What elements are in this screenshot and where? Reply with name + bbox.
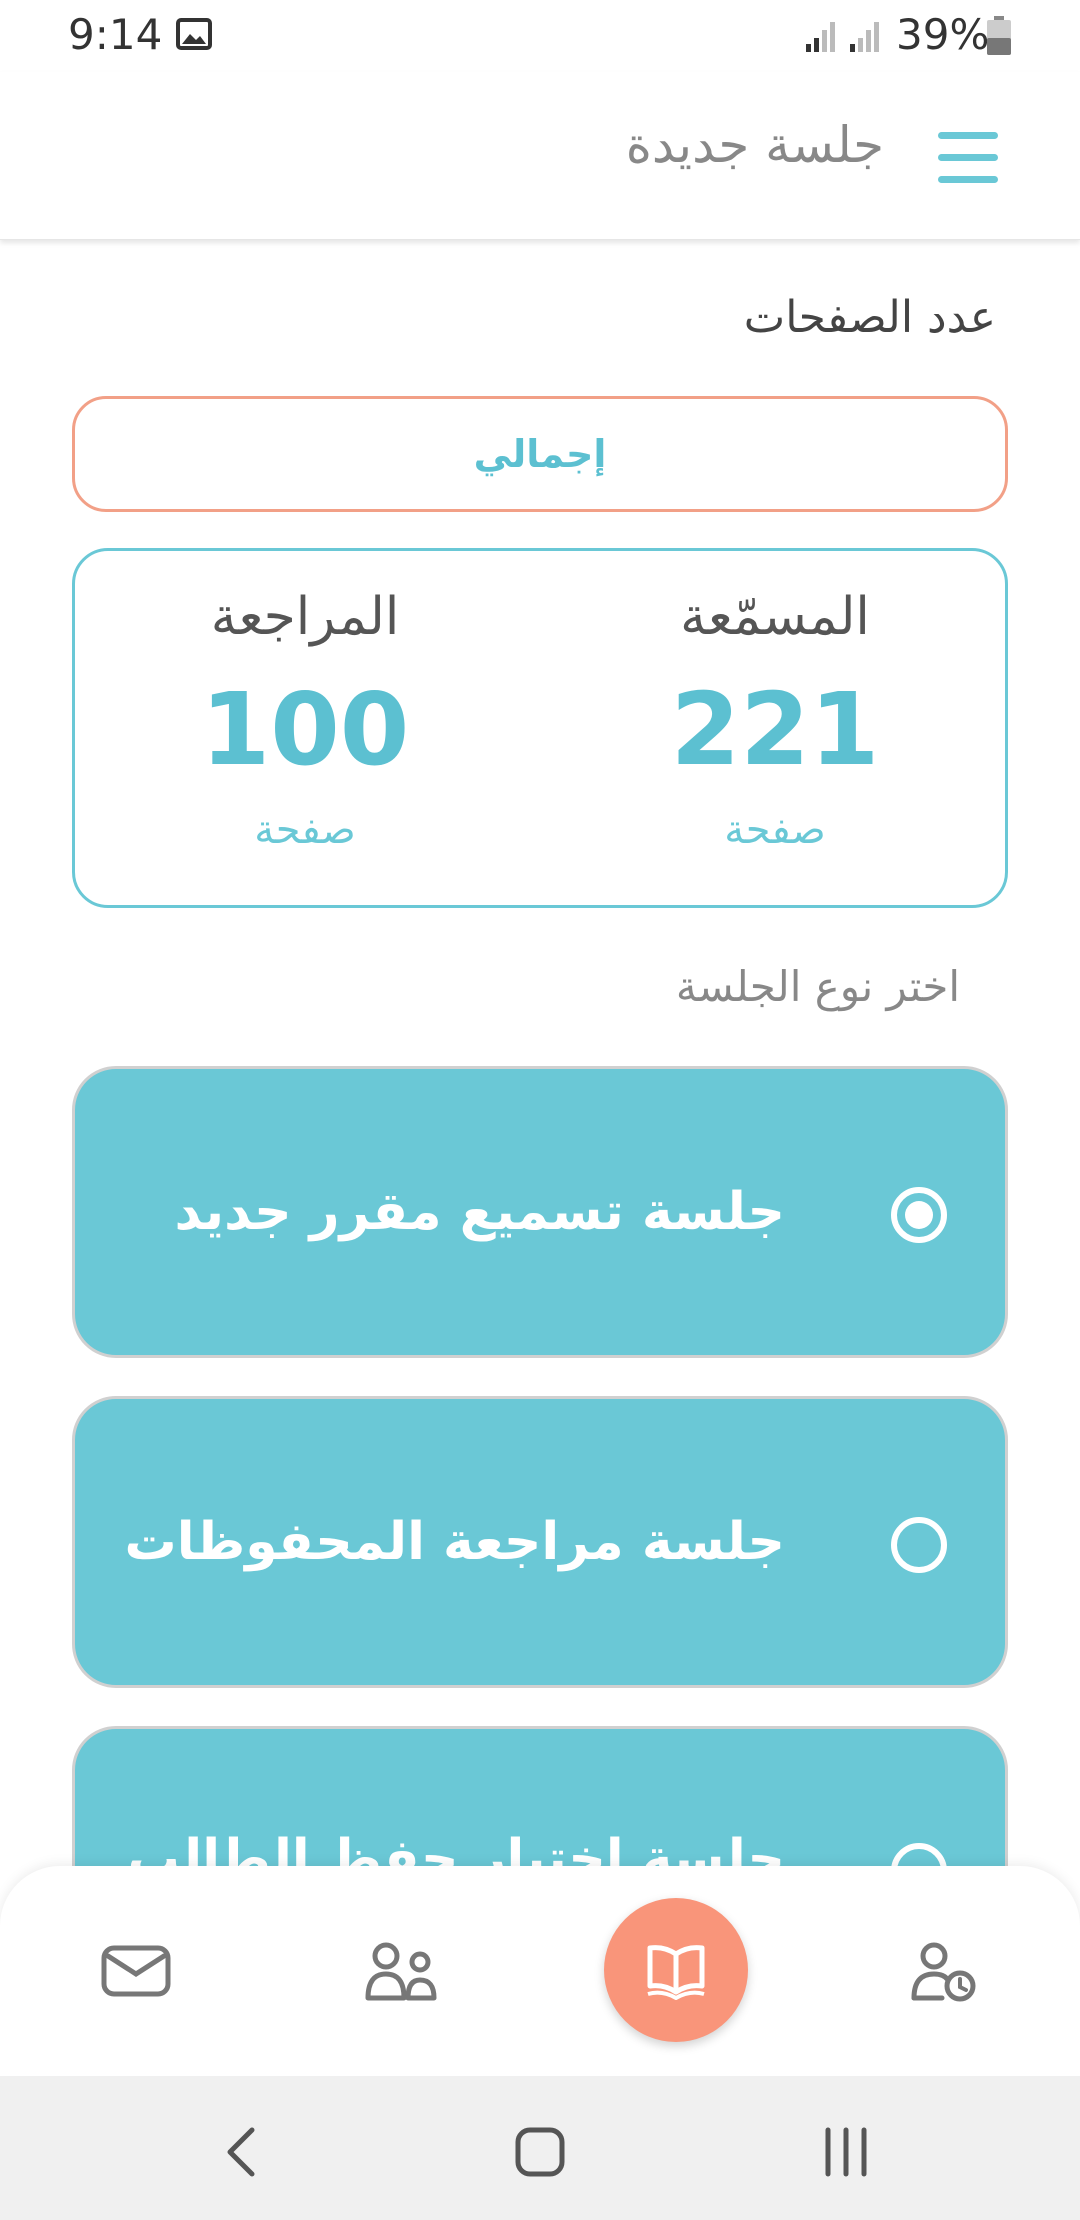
total-button[interactable]: إجمالي (72, 396, 1008, 512)
home-icon[interactable] (508, 2120, 572, 2184)
session-option-review[interactable]: جلسة مراجعة المحفوظات (72, 1396, 1008, 1688)
page-title: جلسة جديدة (625, 116, 884, 174)
radio-icon[interactable] (891, 1517, 947, 1573)
menu-icon (938, 132, 998, 139)
battery-percent: 39% (896, 10, 990, 59)
menu-icon-bar (938, 176, 998, 183)
status-time: 9:14 (68, 10, 163, 59)
menu-icon-bar (938, 154, 998, 161)
session-option-test[interactable]: جلسة اختبار حفظ الطالب (72, 1726, 1008, 1870)
stat-unit: صفحة (724, 807, 826, 853)
stat-label: المسمّعة (680, 587, 870, 647)
battery-icon (987, 16, 1011, 55)
menu-button[interactable] (930, 124, 1006, 190)
stat-value: 100 (200, 671, 410, 788)
book-icon (647, 1945, 705, 2000)
gallery-icon (176, 18, 212, 50)
session-option-new[interactable]: جلسة تسميع مقرر جديد (72, 1066, 1008, 1358)
session-option-label: جلسة تسميع مقرر جديد (174, 1182, 786, 1242)
session-options-list[interactable]: جلسة تسميع مقرر جديد جلسة مراجعة المحفوظ… (0, 1040, 1080, 1870)
signal-icon-2 (850, 22, 879, 52)
bottom-nav (0, 1866, 1080, 2076)
students-icon[interactable] (364, 1938, 440, 2004)
stats-card: المسمّعة 221 صفحة المراجعة 100 صفحة (72, 548, 1008, 908)
app-bar: جلسة جديدة (0, 72, 1080, 240)
stat-recited: المسمّعة 221 صفحة (595, 551, 955, 905)
status-bar: 9:14 39% (0, 0, 1080, 72)
recents-icon[interactable] (814, 2120, 878, 2184)
session-type-label: اختر نوع الجلسة (675, 962, 960, 1011)
pages-count-title: عدد الصفحات (743, 292, 996, 343)
mail-icon[interactable] (98, 1938, 174, 2004)
book-fab-button[interactable] (604, 1898, 748, 2042)
radio-selected-icon[interactable] (891, 1187, 947, 1243)
stat-label: المراجعة (210, 587, 400, 647)
stat-value: 221 (670, 671, 880, 788)
session-option-label: جلسة اختبار حفظ الطالب (127, 1829, 785, 1870)
stat-review: المراجعة 100 صفحة (125, 551, 485, 905)
signal-icon (806, 22, 835, 52)
session-option-label: جلسة مراجعة المحفوظات (124, 1512, 785, 1572)
system-nav-bar (0, 2076, 1080, 2220)
stat-unit: صفحة (254, 807, 356, 853)
user-clock-icon[interactable] (906, 1938, 982, 2004)
back-icon[interactable] (212, 2120, 276, 2184)
